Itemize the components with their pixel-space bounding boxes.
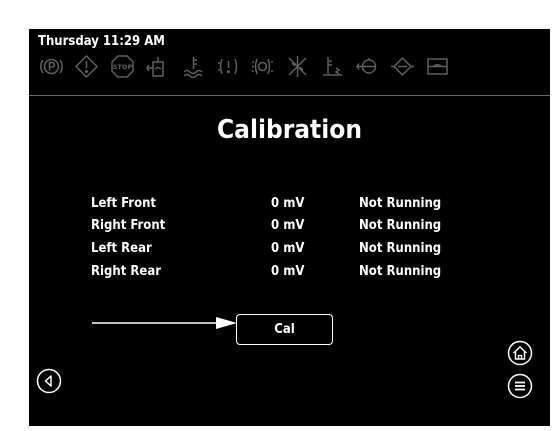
sensor-row: Right Rear 0 mV Not Running	[29, 264, 550, 284]
home-icon	[507, 340, 533, 366]
sensor-row: Left Front 0 mV Not Running	[29, 196, 550, 216]
display-screen: Thursday 11:29 AM STOP Calibration Left …	[29, 29, 550, 426]
sensor-row: Left Rear 0 mV Not Running	[29, 241, 550, 261]
hydraulic-oil-level-icon	[144, 54, 169, 79]
sensor-name: Left Front	[91, 196, 157, 211]
sensor-name: Right Front	[91, 218, 166, 233]
annotation-arrow	[92, 317, 237, 329]
sensor-status: Not Running	[359, 241, 442, 256]
sensor-value: 0 mV	[271, 264, 305, 279]
hydraulic-pump-icon	[355, 54, 380, 79]
hydraulic-filter-icon	[285, 54, 310, 79]
sensor-name: Right Rear	[91, 264, 161, 279]
hydraulic-oil-filter-icon	[390, 54, 415, 79]
transmission-temp-icon	[320, 54, 345, 79]
sensor-value: 0 mV	[271, 218, 305, 233]
sensor-status: Not Running	[359, 264, 442, 279]
parking-brake-icon	[39, 54, 64, 79]
engine-coolant-temp-icon	[181, 54, 206, 79]
indicator-row: STOP	[39, 54, 547, 86]
brake-wear-icon	[216, 54, 241, 79]
cal-button[interactable]: Cal	[236, 314, 333, 345]
sensor-value: 0 mV	[271, 241, 305, 256]
stop-icon: STOP	[110, 54, 135, 79]
back-button[interactable]	[36, 368, 62, 394]
fuel-level-icon	[425, 54, 450, 79]
cal-button-label: Cal	[274, 322, 295, 337]
page-title: Calibration	[217, 115, 362, 145]
back-icon	[36, 368, 62, 394]
brake-pressure-icon	[250, 54, 275, 79]
sensor-value: 0 mV	[271, 196, 305, 211]
menu-button[interactable]	[507, 373, 533, 399]
sensor-status: Not Running	[359, 218, 442, 233]
menu-icon	[507, 373, 533, 399]
sensor-row: Right Front 0 mV Not Running	[29, 218, 550, 238]
warning-icon	[74, 54, 99, 79]
sensor-status: Not Running	[359, 196, 442, 211]
home-button[interactable]	[507, 340, 533, 366]
sensor-name: Left Rear	[91, 241, 152, 256]
svg-text:STOP: STOP	[113, 63, 133, 71]
datetime-label: Thursday 11:29 AM	[38, 34, 165, 49]
status-bar: Thursday 11:29 AM STOP	[29, 29, 550, 96]
